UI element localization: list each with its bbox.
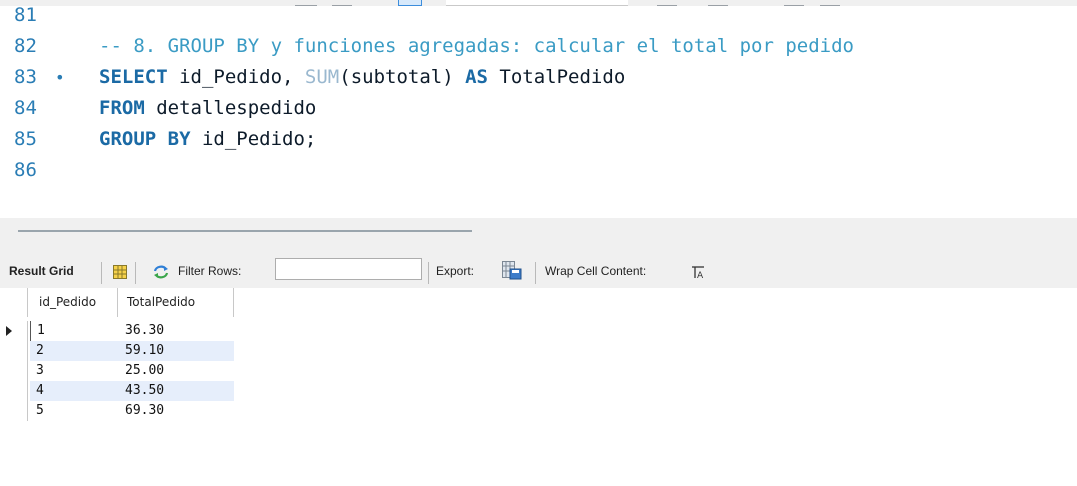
- line-number: 83: [14, 66, 37, 88]
- sql-editor[interactable]: 81 82 -- 8. GROUP BY y funciones agregadas…: [0, 6, 1077, 218]
- code-text: GROUP BY id_Pedido;: [99, 124, 316, 155]
- cell-id-pedido[interactable]: 3: [30, 361, 118, 381]
- toolbar-divider: [428, 262, 429, 284]
- row-header[interactable]: [0, 381, 28, 401]
- editor-line[interactable]: 81: [0, 6, 1077, 31]
- wrap-cell-content-label: Wrap Cell Content:: [545, 264, 647, 278]
- row-header[interactable]: [0, 321, 28, 341]
- export-icon[interactable]: [502, 261, 522, 280]
- editor-line[interactable]: 82 -- 8. GROUP BY y funciones agregadas: …: [0, 31, 1077, 62]
- editor-line[interactable]: 85 GROUP BY id_Pedido;: [0, 124, 1077, 155]
- svg-text:A: A: [697, 271, 704, 279]
- cell-total-pedido[interactable]: 43.50: [118, 381, 234, 401]
- code-token-keyword: FROM: [99, 97, 145, 119]
- row-header[interactable]: [0, 401, 28, 421]
- cell-total-pedido[interactable]: 69.30: [118, 401, 234, 421]
- table-row[interactable]: 1 36.30: [0, 321, 235, 341]
- filter-rows-label: Filter Rows:: [178, 264, 242, 278]
- code-text: SELECT id_Pedido, SUM(subtotal) AS Total…: [99, 62, 625, 93]
- editor-line[interactable]: 84 FROM detallespedido: [0, 93, 1077, 124]
- code-token-text: (subtotal): [339, 66, 466, 88]
- panel-splitter[interactable]: [0, 218, 1077, 246]
- refresh-icon[interactable]: [153, 265, 169, 279]
- cell-id-pedido[interactable]: 2: [30, 341, 118, 361]
- line-number: 82: [14, 35, 37, 57]
- table-row[interactable]: 5 69.30: [0, 401, 235, 421]
- code-token-keyword: GROUP BY: [99, 128, 191, 150]
- wrap-text-icon[interactable]: A: [692, 266, 704, 279]
- cell-id-pedido[interactable]: 5: [30, 401, 118, 421]
- code-token-comment: -- 8. GROUP BY y funciones agregadas: ca…: [99, 35, 854, 57]
- column-header-id-pedido[interactable]: id_Pedido: [28, 288, 118, 317]
- grid-view-icon[interactable]: [113, 265, 127, 279]
- result-grid[interactable]: id_Pedido TotalPedido 1 36.30 2 59.10 3 25.00…: [0, 288, 1077, 486]
- splitter-handle[interactable]: [18, 230, 472, 232]
- statement-marker-icon: •: [55, 68, 65, 87]
- cell-id-pedido[interactable]: 4: [30, 381, 118, 401]
- table-row[interactable]: 4 43.50: [0, 381, 235, 401]
- editor-line[interactable]: 86: [0, 155, 1077, 186]
- table-row[interactable]: 3 25.00: [0, 361, 235, 381]
- toolbar-divider: [535, 262, 536, 284]
- line-number: 81: [14, 6, 37, 26]
- line-number: 86: [14, 159, 37, 181]
- row-header[interactable]: [0, 341, 28, 361]
- code-token-text: TotalPedido: [487, 66, 626, 88]
- row-header[interactable]: [0, 361, 28, 381]
- cell-total-pedido[interactable]: 59.10: [118, 341, 234, 361]
- code-token-text: detallespedido: [144, 97, 317, 119]
- line-number: 85: [14, 128, 37, 150]
- code-text: FROM detallespedido: [99, 93, 316, 124]
- code-token-keyword: SELECT: [99, 66, 168, 88]
- table-row[interactable]: 2 59.10: [0, 341, 235, 361]
- toolbar-divider: [101, 262, 102, 284]
- code-text: -- 8. GROUP BY y funciones agregadas: ca…: [99, 31, 854, 62]
- result-toolbar: Result Grid Filter Rows: Export: Wrap Ce…: [0, 246, 1077, 288]
- code-token-text: id_Pedido,: [167, 66, 305, 88]
- code-token-function: SUM: [304, 66, 340, 88]
- cell-total-pedido[interactable]: 36.30: [118, 321, 234, 341]
- export-label: Export:: [436, 264, 475, 278]
- current-row-arrow-icon: [6, 326, 12, 336]
- cell-total-pedido[interactable]: 25.00: [118, 361, 234, 381]
- editor-line[interactable]: 83 • SELECT id_Pedido, SUM(subtotal) AS To…: [0, 62, 1077, 93]
- toolbar-divider: [135, 262, 136, 284]
- row-header-corner: [0, 288, 28, 317]
- code-token-text: id_Pedido;: [190, 128, 317, 150]
- result-grid-tab[interactable]: Result Grid: [9, 246, 74, 288]
- column-header-total-pedido[interactable]: TotalPedido: [118, 288, 234, 317]
- filter-rows-input[interactable]: [275, 258, 422, 280]
- code-token-keyword: AS: [465, 66, 488, 88]
- cell-id-pedido[interactable]: 1: [30, 321, 118, 341]
- line-number: 84: [14, 97, 37, 119]
